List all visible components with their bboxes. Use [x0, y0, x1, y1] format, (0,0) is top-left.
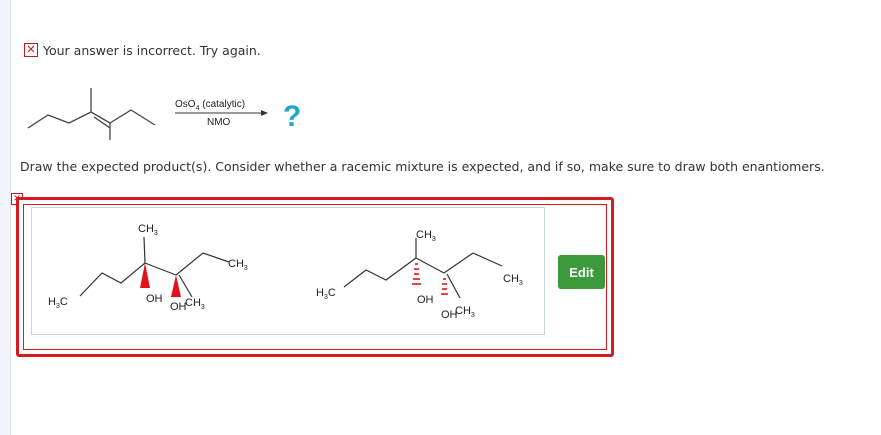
- coreagent-label: NMO: [207, 117, 231, 128]
- mol1-h3c-left: H3C: [48, 296, 68, 310]
- mol1-ch3-right: CH3: [228, 258, 248, 272]
- incorrect-x-icon: ✕: [24, 43, 38, 57]
- status-message: Your answer is incorrect. Try again.: [43, 42, 261, 58]
- mol2-h3c-left: H3C: [316, 287, 336, 301]
- reagent-label: OsO4 (catalytic): [175, 99, 245, 112]
- answer-status: ✕ Your answer is incorrect. Try again.: [24, 41, 261, 59]
- wedge-bond: [140, 263, 150, 288]
- mol1-ch3-top: CH3: [138, 223, 158, 237]
- mol2-ch3-top: CH3: [416, 229, 436, 243]
- question-prompt: Draw the expected product(s). Consider w…: [20, 159, 825, 174]
- mol1-ch3-bottom: CH3: [185, 297, 205, 311]
- hash-bond: [441, 278, 448, 295]
- arrow-head-icon: [261, 110, 268, 116]
- drawing-area[interactable]: CH3 CH3 H3C OH OH CH3 CH3 CH3 H3C OH OH …: [31, 207, 545, 335]
- mol2-ch3-right: CH3: [503, 273, 523, 287]
- molecule-2: CH3 CH3 H3C OH OH CH3: [316, 229, 523, 321]
- structure-drawing: CH3 CH3 H3C OH OH CH3 CH3 CH3 H3C OH OH …: [48, 223, 523, 321]
- wedge-bond: [171, 275, 181, 297]
- mol1-oh-1: OH: [146, 293, 163, 305]
- product-question-mark: ?: [283, 100, 301, 133]
- hash-bond: [412, 263, 421, 285]
- left-scroll-strip: [0, 0, 11, 435]
- alkene-starting-material: [27, 88, 156, 140]
- mol2-oh-1: OH: [417, 294, 434, 306]
- molecule-1: CH3 CH3 H3C OH OH CH3: [48, 223, 248, 313]
- mol2-ch3-bottom: CH3: [455, 305, 475, 319]
- edit-button[interactable]: Edit: [558, 255, 605, 289]
- reaction-scheme: OsO4 (catalytic) NMO ?: [27, 88, 301, 140]
